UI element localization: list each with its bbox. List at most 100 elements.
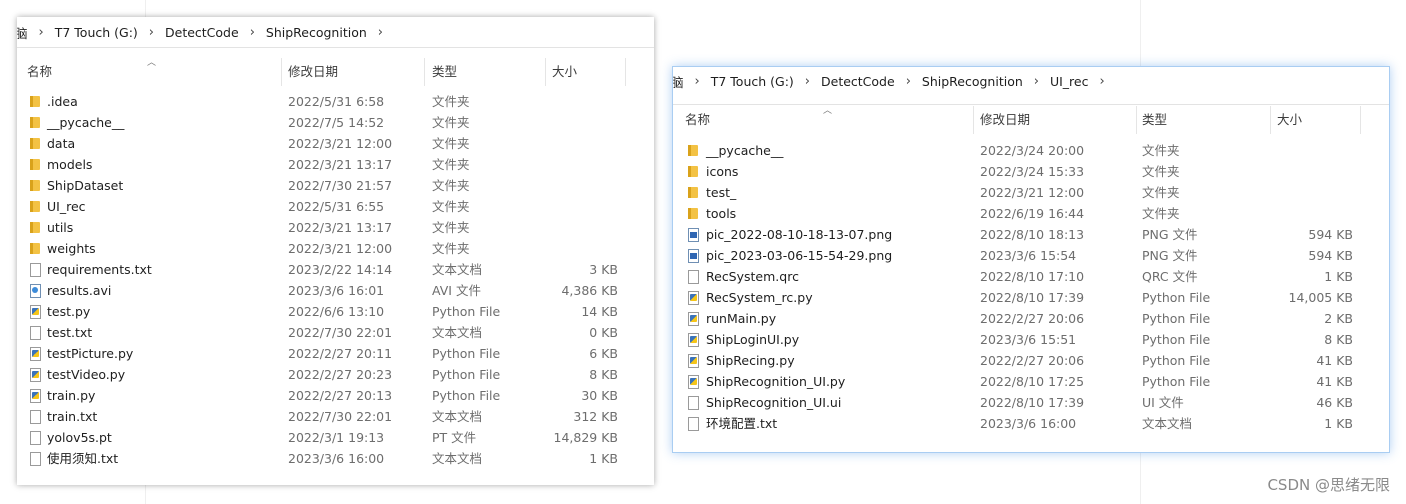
list-item[interactable]: tools 2022/6/19 16:44 文件夹 (673, 203, 1389, 224)
list-item[interactable]: requirements.txt 2023/2/22 14:14 文本文档 3 KB (17, 259, 654, 280)
list-item[interactable]: train.py 2022/2/27 20:13 Python File 30 KB (17, 385, 654, 406)
list-item[interactable]: yolov5s.pt 2022/3/1 19:13 PT 文件 14,829 KB (17, 427, 654, 448)
list-item[interactable]: ShipRecognition_UI.py 2022/8/10 17:25 Pyth… (673, 371, 1389, 392)
list-item[interactable]: RecSystem_rc.py 2022/8/10 17:39 Python Fil… (673, 287, 1389, 308)
sort-up-icon: ︿ (823, 106, 833, 116)
column-size[interactable]: 大小 (552, 58, 577, 86)
file-modified-date: 2023/3/6 16:00 (288, 451, 385, 466)
file-type: Python File (432, 304, 501, 319)
chevron-right-icon[interactable]: › (796, 74, 819, 89)
file-modified-date: 2022/7/30 21:57 (288, 178, 393, 193)
breadcrumb-segment[interactable]: T7 Touch (G:) (709, 74, 796, 89)
column-header: 名称 ︿ 修改日期 类型 大小 (673, 106, 1389, 134)
column-modified[interactable]: 修改日期 (980, 106, 1030, 134)
list-item[interactable]: models 2022/3/21 13:17 文件夹 (17, 154, 654, 175)
file-type: PT 文件 (432, 430, 477, 445)
chevron-right-icon[interactable]: › (686, 74, 709, 89)
list-item[interactable]: weights 2022/3/21 12:00 文件夹 (17, 238, 654, 259)
address-bar[interactable]: 脑 › T7 Touch (G:) › DetectCode › ShipRecogniti… (17, 17, 654, 47)
video-file-icon (29, 284, 41, 298)
breadcrumb-segment[interactable]: UI_rec (1048, 74, 1091, 89)
column-separator[interactable] (1270, 106, 1271, 134)
list-item[interactable]: data 2022/3/21 12:00 文件夹 (17, 133, 654, 154)
file-modified-date: 2022/3/24 15:33 (980, 164, 1085, 179)
list-item[interactable]: 环境配置.txt 2023/3/6 16:00 文本文档 1 KB (673, 413, 1389, 434)
column-separator[interactable] (1136, 106, 1137, 134)
list-item[interactable]: ShipRecognition_UI.ui 2022/8/10 17:39 UI 文… (673, 392, 1389, 413)
breadcrumb-segment[interactable]: ShipRecognition (264, 25, 369, 40)
column-size[interactable]: 大小 (1277, 106, 1302, 134)
list-item[interactable]: utils 2022/3/21 13:17 文件夹 (17, 217, 654, 238)
file-modified-date: 2022/3/21 12:00 (288, 136, 393, 151)
file-modified-date: 2022/8/10 17:39 (980, 395, 1085, 410)
list-item[interactable]: .idea 2022/5/31 6:58 文件夹 (17, 91, 654, 112)
list-item[interactable]: train.txt 2022/7/30 22:01 文本文档 312 KB (17, 406, 654, 427)
chevron-right-icon[interactable]: › (30, 25, 53, 40)
python-file-icon (687, 291, 699, 305)
address-bar[interactable]: 脑 › T7 Touch (G:) › DetectCode › ShipRecogniti… (673, 67, 1389, 96)
list-item[interactable]: ShipDataset 2022/7/30 21:57 文件夹 (17, 175, 654, 196)
chevron-right-icon[interactable]: › (369, 25, 392, 40)
folder-icon (29, 242, 41, 255)
breadcrumb-segment[interactable]: DetectCode (163, 25, 241, 40)
file-type: PNG 文件 (1142, 227, 1198, 242)
file-name: pic_2022-08-10-18-13-07.png (706, 227, 893, 242)
column-separator[interactable] (545, 58, 546, 86)
chevron-right-icon[interactable]: › (1025, 74, 1048, 89)
list-item[interactable]: testPicture.py 2022/2/27 20:11 Python File… (17, 343, 654, 364)
file-name: test.txt (47, 325, 93, 340)
list-item[interactable]: ShipLoginUI.py 2023/3/6 15:51 Python File 8… (673, 329, 1389, 350)
column-separator[interactable] (625, 58, 626, 86)
column-type[interactable]: 类型 (432, 58, 457, 86)
file-type: 文件夹 (1142, 206, 1180, 221)
chevron-right-icon[interactable]: › (1090, 74, 1113, 89)
list-item[interactable]: results.avi 2023/3/6 16:01 AVI 文件 4,386 KB (17, 280, 654, 301)
breadcrumb-segment[interactable]: 脑 (17, 23, 30, 42)
file-modified-date: 2022/5/31 6:58 (288, 94, 385, 109)
list-item[interactable]: ShipRecing.py 2022/2/27 20:06 Python File 4… (673, 350, 1389, 371)
list-item[interactable]: __pycache__ 2022/3/24 20:00 文件夹 (673, 140, 1389, 161)
chevron-right-icon[interactable]: › (241, 25, 264, 40)
column-separator[interactable] (424, 58, 425, 86)
file-name: .idea (47, 94, 78, 109)
folder-icon (687, 186, 699, 199)
list-item[interactable]: icons 2022/3/24 15:33 文件夹 (673, 161, 1389, 182)
breadcrumb-segment[interactable]: DetectCode (819, 74, 897, 89)
list-item[interactable]: test_ 2022/3/21 12:00 文件夹 (673, 182, 1389, 203)
column-modified[interactable]: 修改日期 (288, 58, 338, 86)
column-name[interactable]: 名称 (27, 58, 52, 86)
file-type: 文本文档 (432, 451, 483, 466)
file-size: 1 KB (589, 451, 618, 466)
list-item[interactable]: pic_2023-03-06-15-54-29.png 2023/3/6 15:5… (673, 245, 1389, 266)
file-type: 文件夹 (1142, 164, 1180, 179)
chevron-right-icon[interactable]: › (897, 74, 920, 89)
file-modified-date: 2022/2/27 20:06 (980, 311, 1085, 326)
chevron-right-icon[interactable]: › (140, 25, 163, 40)
list-item[interactable]: test.txt 2022/7/30 22:01 文本文档 0 KB (17, 322, 654, 343)
file-type: 文本文档 (1142, 416, 1193, 431)
list-item[interactable]: 使用须知.txt 2023/3/6 16:00 文本文档 1 KB (17, 448, 654, 469)
file-name: icons (706, 164, 739, 179)
file-type: 文件夹 (432, 199, 470, 214)
list-item[interactable]: RecSystem.qrc 2022/8/10 17:10 QRC 文件 1 KB (673, 266, 1389, 287)
list-item[interactable]: test.py 2022/6/6 13:10 Python File 14 KB (17, 301, 654, 322)
list-item[interactable]: testVideo.py 2022/2/27 20:23 Python File 8 … (17, 364, 654, 385)
file-name: requirements.txt (47, 262, 152, 277)
breadcrumb-segment[interactable]: ShipRecognition (920, 74, 1025, 89)
file-modified-date: 2022/8/10 17:25 (980, 374, 1085, 389)
column-separator[interactable] (281, 58, 282, 86)
list-item[interactable]: UI_rec 2022/5/31 6:55 文件夹 (17, 196, 654, 217)
file-modified-date: 2022/7/30 22:01 (288, 409, 393, 424)
column-name[interactable]: 名称 (685, 106, 710, 134)
column-separator[interactable] (1360, 106, 1361, 134)
column-separator[interactable] (973, 106, 974, 134)
file-size: 312 KB (573, 409, 618, 424)
column-type[interactable]: 类型 (1142, 106, 1167, 134)
list-item[interactable]: pic_2022-08-10-18-13-07.png 2022/8/10 18:… (673, 224, 1389, 245)
breadcrumb-segment[interactable]: 脑 (673, 72, 686, 91)
list-item[interactable]: __pycache__ 2022/7/5 14:52 文件夹 (17, 112, 654, 133)
breadcrumb-segment[interactable]: T7 Touch (G:) (53, 25, 140, 40)
file-type: Python File (1142, 332, 1211, 347)
folder-icon (29, 221, 41, 234)
list-item[interactable]: runMain.py 2022/2/27 20:06 Python File 2 KB (673, 308, 1389, 329)
